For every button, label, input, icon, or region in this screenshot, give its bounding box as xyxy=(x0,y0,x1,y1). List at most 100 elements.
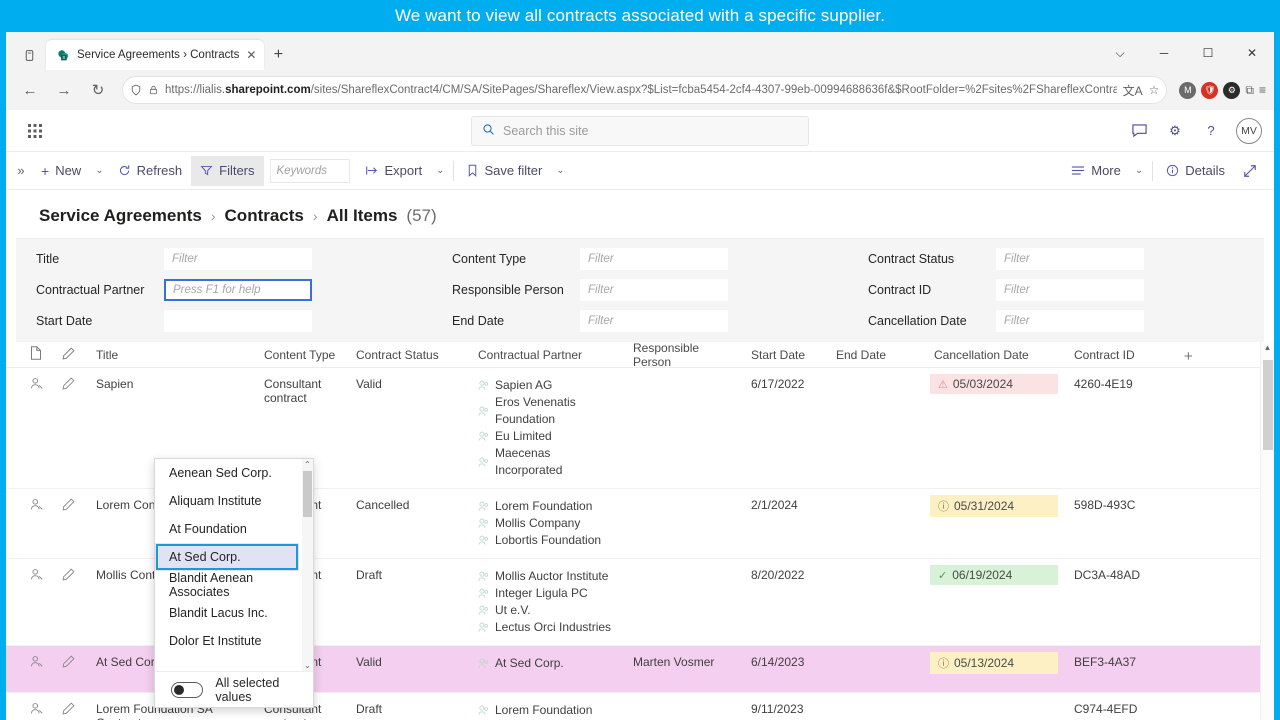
column-header-responsible-person[interactable]: Responsible Person xyxy=(619,341,737,369)
dropdown-scroll-down-icon[interactable]: ⌄ xyxy=(304,660,311,671)
app-launcher-icon[interactable] xyxy=(18,114,52,148)
vertical-scrollbar[interactable]: ▲ ▼ xyxy=(1260,342,1274,720)
filter-input[interactable]: Filter xyxy=(580,310,728,332)
partner-entry[interactable]: Lorem Foundation xyxy=(478,702,619,719)
column-header-cancellation-date[interactable]: Cancellation Date xyxy=(920,348,1060,362)
export-button[interactable]: Export xyxy=(356,156,432,186)
row-type-icon[interactable] xyxy=(16,489,48,558)
row-edit-icon[interactable] xyxy=(48,368,82,488)
partner-entry[interactable]: At Sed Corp. xyxy=(478,655,619,672)
row-type-icon[interactable] xyxy=(16,559,48,645)
filters-button[interactable]: Filters xyxy=(191,155,264,186)
partner-entry[interactable]: Eu Limited xyxy=(478,428,619,445)
filter-input[interactable]: Filter xyxy=(580,248,728,270)
browser-tab[interactable]: S Service Agreements › Contracts ✕ xyxy=(46,40,265,70)
breadcrumb-view[interactable]: All Items xyxy=(327,206,398,226)
more-button-caret[interactable]: ⌄ xyxy=(1130,156,1148,186)
export-button-caret[interactable]: ⌄ xyxy=(431,156,449,186)
dropdown-option-list[interactable]: ⌃ ⌄ Aenean Sed Corp. Aliquam Institute At … xyxy=(155,459,313,671)
add-column-button[interactable]: + xyxy=(1170,344,1200,365)
filter-input[interactable]: Press F1 for help xyxy=(164,279,312,301)
new-button[interactable]: + New xyxy=(32,156,90,186)
row-type-icon[interactable] xyxy=(16,646,48,692)
extension-icon-m[interactable]: M xyxy=(1179,81,1197,99)
dropdown-scrollbar[interactable]: ⌃ ⌄ xyxy=(302,459,313,671)
dropdown-option[interactable]: Blandit Lacus Inc. xyxy=(155,599,313,627)
column-header-start-date[interactable]: Start Date xyxy=(737,348,822,362)
partner-entry[interactable]: Mollis Company xyxy=(478,515,619,532)
new-tab-button[interactable]: + xyxy=(264,40,292,70)
partner-entry[interactable]: Lobortis Foundation xyxy=(478,532,619,549)
filter-input[interactable]: Filter xyxy=(996,248,1144,270)
column-header-title[interactable]: Title xyxy=(82,348,250,362)
all-selected-values-toggle[interactable] xyxy=(171,681,204,698)
dropdown-scroll-up-icon[interactable]: ⌃ xyxy=(304,459,311,470)
save-filter-caret[interactable]: ⌄ xyxy=(551,156,569,186)
row-type-icon[interactable] xyxy=(16,693,48,720)
save-filter-button[interactable]: Save filter xyxy=(458,156,551,186)
filter-input[interactable]: Filter xyxy=(996,310,1144,332)
partner-entry[interactable]: Eros Venenatis Foundation xyxy=(478,394,619,428)
more-button[interactable]: More xyxy=(1062,156,1130,186)
dropdown-option[interactable]: Aenean Sed Corp. xyxy=(155,459,313,487)
window-minimize-button[interactable]: ─ xyxy=(1142,38,1186,68)
breadcrumb-site[interactable]: Service Agreements xyxy=(39,206,202,226)
partner-entry[interactable]: Maecenas Incorporated xyxy=(478,445,619,479)
avatar[interactable]: MV xyxy=(1236,117,1262,144)
tab-actions-caret[interactable]: ⌵ xyxy=(1098,38,1142,68)
filter-input[interactable]: Filter xyxy=(580,279,728,301)
vertical-scroll-thumb[interactable] xyxy=(1263,360,1273,450)
column-header-end-date[interactable]: End Date xyxy=(822,348,920,362)
keywords-input[interactable]: Keywords xyxy=(269,158,350,183)
new-button-caret[interactable]: ⌄ xyxy=(90,156,108,186)
shield-extension-icon[interactable]: 🛡 xyxy=(1201,81,1219,99)
extension-icon-dark[interactable]: ⚙ xyxy=(1223,81,1241,99)
refresh-button[interactable]: Refresh xyxy=(109,156,192,186)
partner-entry[interactable]: Sapien AG xyxy=(478,377,619,394)
help-icon[interactable]: ? xyxy=(1200,120,1222,142)
dropdown-option[interactable]: At Sed Corp. xyxy=(155,543,299,571)
filter-input[interactable]: Filter xyxy=(164,248,312,270)
row-edit-icon[interactable] xyxy=(48,489,82,558)
column-header-contract-status[interactable]: Contract Status xyxy=(342,348,464,362)
tab-close-icon[interactable]: ✕ xyxy=(246,49,256,61)
fullscreen-button[interactable] xyxy=(1234,156,1266,186)
dropdown-scroll-thumb[interactable] xyxy=(303,471,312,517)
back-button[interactable]: ← xyxy=(14,75,46,105)
gear-icon[interactable]: ⚙ xyxy=(1164,120,1186,142)
scroll-up-icon[interactable]: ▲ xyxy=(1264,342,1272,353)
dropdown-option[interactable]: At Foundation xyxy=(155,515,313,543)
partner-entry[interactable]: Lectus Orci Industries xyxy=(478,619,619,636)
collections-icon[interactable]: ⧉ xyxy=(1245,83,1254,98)
url-input[interactable]: https://lialis.sharepoint.com/sites/Shar… xyxy=(122,76,1168,104)
window-maximize-button[interactable]: ☐ xyxy=(1186,38,1230,68)
row-type-icon[interactable] xyxy=(16,368,48,488)
column-header-contractual-partner[interactable]: Contractual Partner xyxy=(464,348,619,362)
column-header-content-type[interactable]: Content Type xyxy=(250,348,342,362)
row-edit-icon[interactable] xyxy=(48,693,82,720)
partner-entry[interactable]: Integer Ligula PC xyxy=(478,585,619,602)
expand-nav-icon[interactable]: » xyxy=(10,163,32,178)
partner-entry[interactable]: Ut e.V. xyxy=(478,602,619,619)
filter-input[interactable] xyxy=(164,310,312,332)
breadcrumb-list[interactable]: Contracts xyxy=(225,206,304,226)
favorite-star-icon[interactable]: ☆ xyxy=(1149,83,1160,97)
reload-button[interactable]: ↻ xyxy=(82,75,114,105)
row-edit-icon[interactable] xyxy=(48,559,82,645)
column-header-contract-id[interactable]: Contract ID xyxy=(1060,348,1170,362)
forward-button[interactable]: → xyxy=(48,75,80,105)
tab-search-icon[interactable] xyxy=(12,40,46,70)
partner-entry[interactable]: Mollis Auctor Institute xyxy=(478,568,619,585)
translate-icon[interactable]: 文A xyxy=(1123,82,1143,99)
row-edit-icon[interactable] xyxy=(48,646,82,692)
filter-input[interactable]: Filter xyxy=(996,279,1144,301)
site-search-input[interactable]: Search this site xyxy=(471,115,809,146)
window-close-button[interactable]: ✕ xyxy=(1230,38,1274,68)
dropdown-option[interactable]: Blandit Aenean Associates xyxy=(155,571,313,599)
browser-menu-icon[interactable]: ≡ xyxy=(1259,83,1266,97)
dropdown-option[interactable]: Aliquam Institute xyxy=(155,487,313,515)
feedback-icon[interactable] xyxy=(1128,120,1150,142)
details-button[interactable]: Details xyxy=(1157,156,1234,186)
dropdown-option[interactable]: Dolor Et Institute xyxy=(155,627,313,655)
partner-entry[interactable]: Lorem Foundation xyxy=(478,498,619,515)
